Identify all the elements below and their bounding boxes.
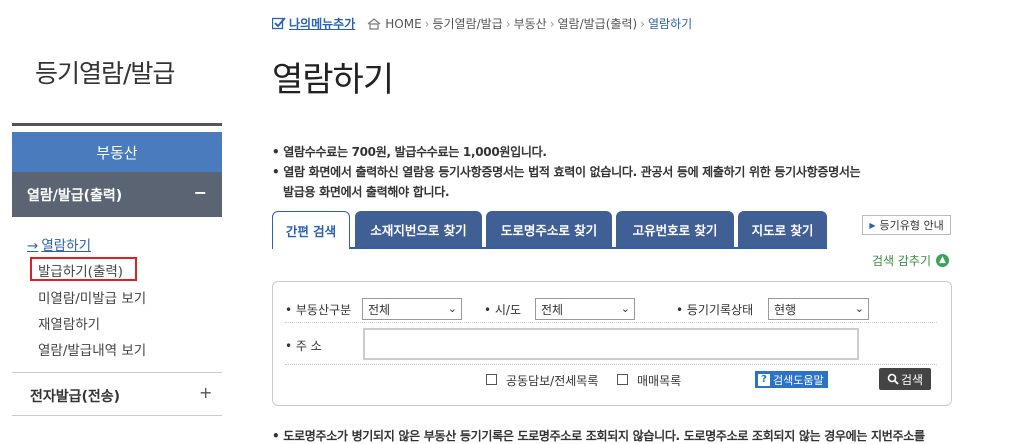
road-address-notice: • 도로명주소가 병기되지 않은 부동산 등기기록은 도로명주소로 조회되지 않… xyxy=(272,429,925,443)
breadcrumb: 나의메뉴추가 HOME › 등기열람/발급 › 부동산 › 열람/발급(출력) … xyxy=(272,15,692,32)
breadcrumb-separator: › xyxy=(505,16,511,31)
sidebar-item-unviewed[interactable]: 미열람/미발급 보기 xyxy=(38,287,146,307)
breadcrumb-item[interactable]: 부동산 xyxy=(514,15,547,32)
chevron-up-icon: ▲ xyxy=(936,254,950,267)
sidebar-divider xyxy=(12,123,222,126)
search-help-button[interactable]: ? 검색도움말 xyxy=(755,371,828,388)
tab-road-address[interactable]: 도로명주소로 찾기 xyxy=(486,211,612,247)
property-type-label: • 부동산구분 xyxy=(285,303,352,317)
sidebar-item-history[interactable]: 열람/발급내역 보기 xyxy=(38,339,146,359)
search-button[interactable]: 검색 xyxy=(879,368,931,390)
breadcrumb-home[interactable]: HOME xyxy=(385,17,421,31)
question-icon: ? xyxy=(758,373,770,386)
joint-collateral-checkbox[interactable] xyxy=(486,374,497,385)
collapse-icon[interactable]: − xyxy=(194,183,207,202)
sidebar-category-view-issue[interactable]: 열람/발급(출력) − xyxy=(12,172,222,217)
region-value: 전체 xyxy=(541,302,564,317)
breadcrumb-item[interactable]: 등기열람/발급 xyxy=(432,15,502,32)
tab-underline xyxy=(272,247,827,249)
sidebar-item-view[interactable]: → 열람하기 xyxy=(27,234,91,254)
sidebar-divider xyxy=(12,415,222,416)
sidebar-item-label: 열람하기 xyxy=(41,238,91,254)
hide-search-label: 검색 감추기 xyxy=(872,254,932,268)
search-help-label: 검색도움말 xyxy=(773,373,824,387)
home-icon xyxy=(367,17,381,30)
search-button-label: 검색 xyxy=(900,372,924,387)
triangle-right-icon: ▶ xyxy=(869,220,876,230)
region-label: • 시/도 xyxy=(484,303,522,317)
sales-list-label: 매매목록 xyxy=(637,374,682,388)
breadcrumb-separator: › xyxy=(424,16,430,31)
sales-list-checkbox[interactable] xyxy=(617,374,628,385)
notice-legal: • 열람 화면에서 출력하신 열람용 등기사항증명서는 법적 효력이 없습니다.… xyxy=(272,165,861,179)
sidebar-category-electronic[interactable]: 전자발급(전송) xyxy=(30,386,120,406)
tab-lot-number[interactable]: 소재지번으로 찾기 xyxy=(355,211,482,247)
add-my-menu-link[interactable]: 나의메뉴추가 xyxy=(289,15,355,32)
record-status-label: • 등기기록상태 xyxy=(676,303,754,317)
arrow-right-icon: → xyxy=(27,238,39,254)
hide-search-toggle[interactable]: 검색 감추기 ▲ xyxy=(872,252,950,269)
tab-unique-number[interactable]: 고유번호로 찾기 xyxy=(616,211,734,247)
breadcrumb-current: 열람하기 xyxy=(647,17,693,31)
record-status-value: 현행 xyxy=(774,302,797,317)
joint-collateral-label: 공동담보/전세목록 xyxy=(506,374,599,388)
breadcrumb-separator: › xyxy=(640,16,645,31)
address-input[interactable] xyxy=(363,328,859,360)
breadcrumb-item[interactable]: 열람/발급(출력) xyxy=(558,15,638,32)
region-select[interactable]: 전체 ⌄ xyxy=(535,298,635,320)
tab-simple-search[interactable]: 간편 검색 xyxy=(272,211,350,249)
highlight-box xyxy=(30,257,137,281)
sidebar-header[interactable]: 부동산 xyxy=(12,132,222,172)
tab-map[interactable]: 지도로 찾기 xyxy=(738,211,827,247)
notice-fee: • 열람수수료는 700원, 발급수수료는 1,000원입니다. xyxy=(272,145,547,159)
address-label: • 주 소 xyxy=(285,339,322,353)
expand-icon[interactable]: + xyxy=(199,383,212,402)
search-icon xyxy=(887,373,899,385)
notice-legal-cont: 발급용 화면에서 출력해야 합니다. xyxy=(283,185,450,199)
property-type-select[interactable]: 전체 ⌄ xyxy=(362,298,462,320)
chevron-down-icon: ⌄ xyxy=(620,302,630,315)
sidebar-category-label: 열람/발급(출력) xyxy=(27,187,123,204)
guide-button-label: 등기유형 안내 xyxy=(879,219,944,232)
property-type-value: 전체 xyxy=(368,302,391,317)
row-divider xyxy=(285,322,937,323)
sidebar-title: 등기열람/발급 xyxy=(35,59,175,88)
row-divider xyxy=(285,364,937,365)
page-title: 열람하기 xyxy=(272,60,394,100)
chevron-down-icon: ⌄ xyxy=(854,302,864,315)
breadcrumb-separator: › xyxy=(549,16,555,31)
sidebar-divider xyxy=(12,372,222,373)
record-status-select[interactable]: 현행 ⌄ xyxy=(768,298,869,320)
sidebar-item-review[interactable]: 재열람하기 xyxy=(38,313,100,333)
chevron-down-icon: ⌄ xyxy=(447,302,457,315)
registry-type-guide-button[interactable]: ▶ 등기유형 안내 xyxy=(862,215,951,235)
checkbox-check-icon xyxy=(272,17,286,30)
